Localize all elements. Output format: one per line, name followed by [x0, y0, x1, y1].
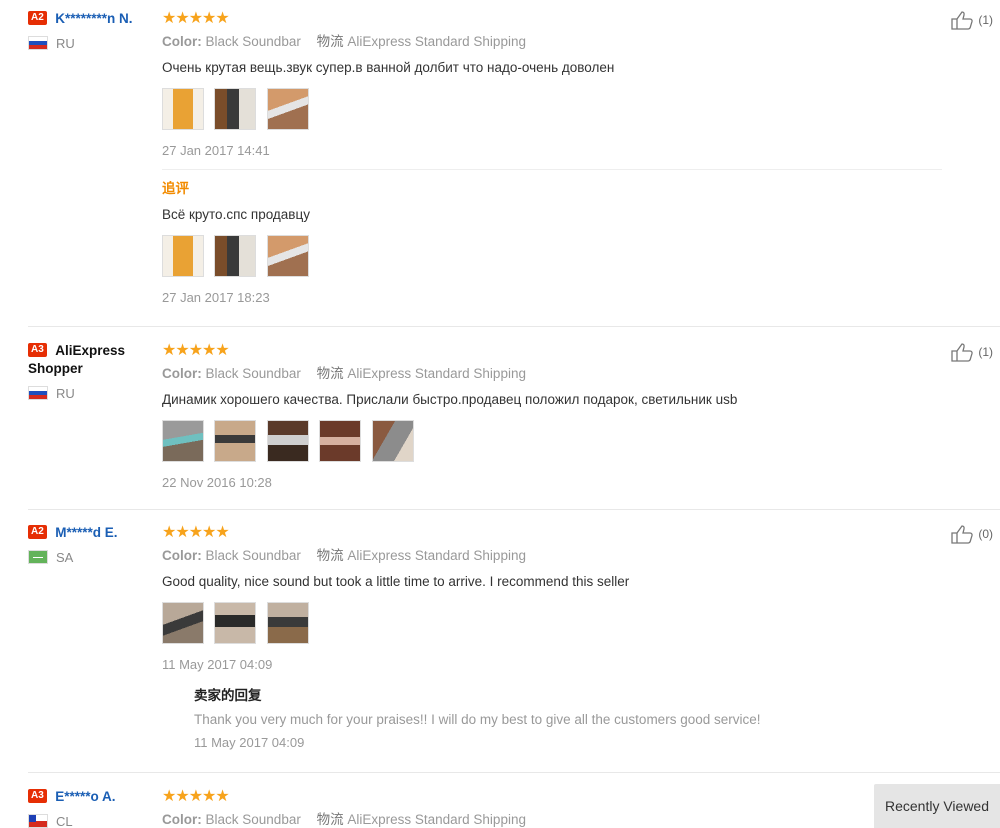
star-rating: ★★★★★ — [162, 10, 230, 27]
review-image[interactable] — [214, 235, 257, 277]
additional-review-text: Всё круто.спс продавцу — [162, 207, 310, 222]
thumbs-up-icon — [951, 525, 974, 544]
shipping-value: AliExpress Standard Shipping — [347, 366, 526, 381]
helpful-count: (1) — [978, 13, 993, 27]
shipping-label: 物流 — [316, 812, 344, 827]
review-images — [162, 420, 942, 464]
review-image[interactable] — [214, 88, 257, 130]
country-code: SA — [56, 550, 74, 565]
review-item: A3 E*****o A. CL ★★★★★ Color: Black Soun… — [28, 788, 1000, 828]
color-label: Color: — [162, 366, 202, 381]
helpful-count: (0) — [978, 527, 993, 541]
shipping-value: AliExpress Standard Shipping — [347, 34, 526, 49]
review-content: ★★★★★ Color: Black Soundbar 物流 AliExpres… — [162, 342, 942, 491]
review-image[interactable] — [319, 420, 362, 462]
review-images — [162, 88, 942, 132]
review-text: Good quality, nice sound but took a litt… — [162, 574, 630, 589]
seller-reply-title: 卖家的回复 — [194, 688, 262, 703]
review-meta: Color: Black Soundbar 物流 AliExpress Stan… — [162, 547, 942, 565]
review-image[interactable] — [162, 602, 204, 644]
seller-reply: 卖家的回复 Thank you very much for your prais… — [194, 687, 942, 751]
review-image[interactable] — [266, 420, 309, 462]
chile-flag-icon — [28, 814, 48, 828]
russia-flag-icon — [28, 386, 48, 400]
reviewer-info: A2 M*****d E. SA — [28, 524, 153, 565]
color-value: Black Soundbar — [205, 366, 301, 381]
helpful-count: (1) — [978, 345, 993, 359]
shipping-label: 物流 — [316, 34, 344, 49]
review-image[interactable] — [214, 602, 257, 644]
review-meta: Color: Black Soundbar 物流 AliExpress Stan… — [162, 33, 942, 51]
additional-review-title: 追评 — [162, 181, 189, 196]
country: SA — [28, 550, 153, 565]
thumbs-up-icon — [951, 343, 974, 362]
star-rating: ★★★★★ — [162, 342, 230, 359]
color-value: Black Soundbar — [205, 548, 301, 563]
helpful-button[interactable]: (0) — [951, 524, 993, 544]
review-image[interactable] — [214, 420, 257, 462]
shipping-label: 物流 — [316, 548, 344, 563]
country: RU — [28, 386, 153, 401]
recently-viewed-button[interactable]: Recently Viewed — [874, 784, 1000, 828]
reviewer-info: A2 K********n N. RU — [28, 10, 153, 51]
review-image[interactable] — [266, 235, 309, 277]
star-rating: ★★★★★ — [162, 524, 230, 541]
review-meta: Color: Black Soundbar 物流 AliExpress Stan… — [162, 811, 942, 828]
color-value: Black Soundbar — [205, 812, 301, 827]
shipping-value: AliExpress Standard Shipping — [347, 548, 526, 563]
country: CL — [28, 814, 153, 828]
shipping-label: 物流 — [316, 366, 344, 381]
review-item: A2 K********n N. RU ★★★★★ Color: Black S… — [28, 10, 1000, 327]
reviewer-name[interactable]: K********n N. — [55, 11, 132, 26]
country-code: CL — [56, 814, 73, 828]
helpful-button[interactable]: (1) — [951, 342, 993, 362]
seller-reply-text: Thank you very much for your praises!! I… — [194, 712, 761, 727]
review-image[interactable] — [162, 88, 204, 130]
review-image[interactable] — [266, 88, 309, 130]
additional-review: 追评 Всё круто.спс продавцу 27 Jan 2017 18… — [162, 169, 942, 306]
review-content: ★★★★★ Color: Black Soundbar 物流 AliExpres… — [162, 10, 942, 306]
review-item: A2 M*****d E. SA ★★★★★ Color: Black Soun… — [28, 524, 1000, 773]
reviewer-name[interactable]: E*****o A. — [55, 789, 115, 804]
country-code: RU — [56, 386, 75, 401]
shipping-value: AliExpress Standard Shipping — [347, 812, 526, 827]
review-image[interactable] — [162, 235, 204, 277]
star-rating: ★★★★★ — [162, 788, 230, 805]
review-content: ★★★★★ Color: Black Soundbar 物流 AliExpres… — [162, 788, 942, 828]
reviewer-name[interactable]: M*****d E. — [55, 525, 117, 540]
review-image[interactable] — [162, 420, 204, 462]
review-item: A3 AliExpress Shopper RU ★★★★★ Color: Bl… — [28, 342, 1000, 510]
helpful-button[interactable]: (1) — [951, 10, 993, 30]
level-badge: A2 — [28, 525, 47, 539]
review-date: 11 May 2017 04:09 — [162, 657, 273, 672]
review-content: ★★★★★ Color: Black Soundbar 物流 AliExpres… — [162, 524, 942, 751]
level-badge: A2 — [28, 11, 47, 25]
color-label: Color: — [162, 34, 202, 49]
additional-review-images — [162, 235, 942, 279]
additional-review-date: 27 Jan 2017 18:23 — [162, 290, 270, 305]
review-image[interactable] — [266, 602, 309, 644]
review-images — [162, 602, 942, 646]
russia-flag-icon — [28, 36, 48, 50]
review-text: Очень крутая вещь.звук супер.в ванной до… — [162, 60, 615, 75]
review-text: Динамик хорошего качества. Прислали быст… — [162, 392, 738, 407]
review-meta: Color: Black Soundbar 物流 AliExpress Stan… — [162, 365, 942, 383]
reviewer-info: A3 AliExpress Shopper RU — [28, 342, 153, 401]
thumbs-up-icon — [951, 11, 974, 30]
country: RU — [28, 36, 153, 51]
review-date: 27 Jan 2017 14:41 — [162, 143, 270, 158]
color-value: Black Soundbar — [205, 34, 301, 49]
country-code: RU — [56, 36, 75, 51]
color-label: Color: — [162, 812, 202, 827]
reviewer-info: A3 E*****o A. CL — [28, 788, 153, 828]
review-image[interactable] — [371, 420, 414, 462]
seller-reply-date: 11 May 2017 04:09 — [194, 735, 305, 750]
level-badge: A3 — [28, 343, 47, 357]
level-badge: A3 — [28, 789, 47, 803]
review-date: 22 Nov 2016 10:28 — [162, 475, 272, 490]
saudi-arabia-flag-icon — [28, 550, 48, 564]
color-label: Color: — [162, 548, 202, 563]
